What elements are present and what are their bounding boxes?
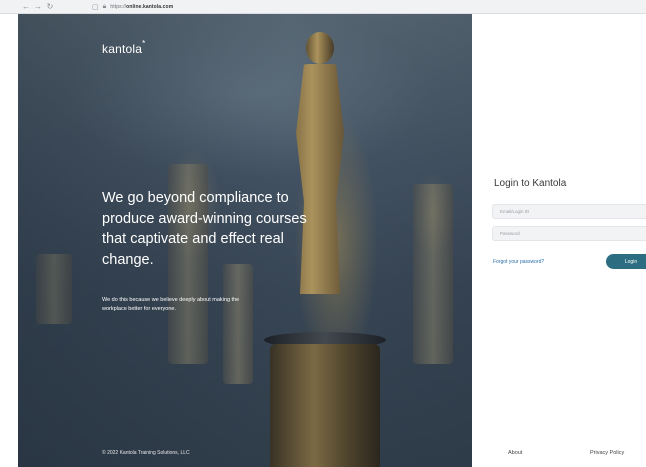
forgot-password-link[interactable]: Forgot your password? [493, 259, 544, 265]
login-button[interactable]: Login [606, 254, 646, 269]
logo-mark-icon: * [142, 39, 146, 48]
hero-headline: We go beyond compliance to produce award… [102, 190, 307, 268]
url-domain: online.kantola.com [126, 3, 174, 10]
forward-icon[interactable]: → [32, 1, 44, 13]
login-title: Login to Kantola [494, 178, 567, 189]
address-bar[interactable]: ▢ 🔒︎ https://online.kantola.com [92, 3, 173, 11]
privacy-policy-link[interactable]: Privacy Policy [590, 450, 624, 456]
about-link[interactable]: About [508, 450, 522, 456]
page-info-icon[interactable]: ▢ [92, 3, 99, 11]
logo-text: kantola [102, 42, 143, 56]
copyright-text: © 2022 Kantola Training Solutions, LLC [102, 450, 190, 456]
hero-subtext: We do this because we believe deeply abo… [102, 297, 240, 312]
url-text[interactable]: https://online.kantola.com [110, 4, 173, 10]
kantola-logo: kantola* [102, 39, 146, 56]
login-panel: Login to Kantola Forgot your password? L… [472, 14, 646, 467]
lock-icon[interactable]: 🔒︎ [103, 3, 107, 11]
hero-image-panel: kantola* We go beyond compliance to prod… [18, 14, 472, 467]
back-icon[interactable]: ← [20, 1, 32, 13]
browser-toolbar: ← → ↻ ▢ 🔒︎ https://online.kantola.com [0, 0, 646, 14]
reload-icon[interactable]: ↻ [44, 1, 56, 13]
url-prefix: https:// [110, 3, 127, 10]
password-input[interactable] [492, 226, 646, 241]
email-input[interactable] [492, 204, 646, 219]
